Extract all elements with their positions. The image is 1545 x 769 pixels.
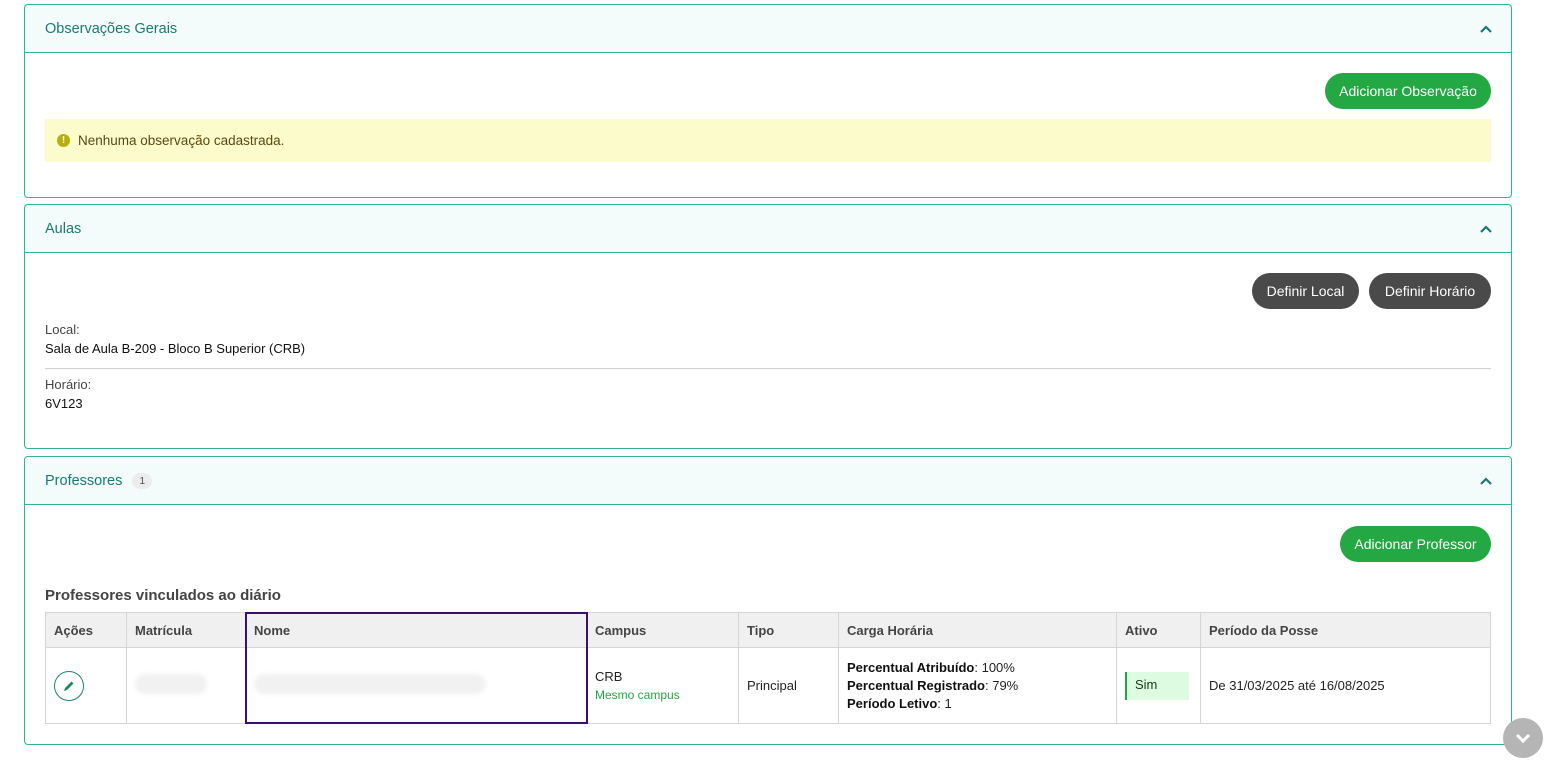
table-header-row: Ações Matrícula Nome Campus Tipo Carga H… (45, 612, 1491, 648)
observacoes-title: Observações Gerais (45, 20, 178, 37)
percentual-atribuido-label: Percentual Atribuído (847, 660, 975, 675)
professores-panel: Professores 1 Adicionar Professor Profes… (24, 456, 1512, 745)
aulas-panel: Aulas Definir Local Definir Horário Loca… (24, 204, 1512, 449)
add-professor-button[interactable]: Adicionar Professor (1340, 526, 1491, 562)
aulas-title: Aulas (45, 220, 82, 237)
redacted-nome (254, 674, 486, 694)
professores-header[interactable]: Professores 1 (25, 457, 1511, 505)
add-observation-button[interactable]: Adicionar Observação (1325, 73, 1491, 109)
ativo-badge: Sim (1125, 671, 1189, 700)
observacoes-panel: Observações Gerais Adicionar Observação … (24, 4, 1512, 198)
chevron-up-icon[interactable] (1479, 22, 1493, 36)
define-local-button[interactable]: Definir Local (1252, 273, 1359, 309)
cell-nome (245, 647, 587, 724)
divider (45, 368, 1491, 369)
column-header-carga-horaria: Carga Horária (838, 612, 1117, 648)
local-label: Local: (45, 322, 80, 337)
column-header-campus: Campus (586, 612, 739, 648)
periodo-letivo-label: Período Letivo (847, 696, 938, 711)
chevron-up-icon[interactable] (1479, 222, 1493, 236)
horario-value: 6V123 (45, 396, 83, 411)
chevron-down-icon (1515, 733, 1531, 744)
campus-note: Mesmo campus (595, 688, 680, 702)
observacoes-header[interactable]: Observações Gerais (25, 5, 1511, 53)
aulas-header[interactable]: Aulas (25, 205, 1511, 253)
chevron-up-icon[interactable] (1479, 474, 1493, 488)
professores-title: Professores (45, 472, 123, 489)
define-horario-button[interactable]: Definir Horário (1369, 273, 1491, 309)
cell-ativo: Sim (1116, 647, 1201, 724)
column-header-acoes: Ações (45, 612, 127, 648)
column-header-matricula: Matrícula (126, 612, 246, 648)
column-header-ativo: Ativo (1116, 612, 1201, 648)
cell-matricula (126, 647, 246, 724)
percentual-atribuido-value: : 100% (974, 660, 1015, 675)
empty-observations-alert: ! Nenhuma observação cadastrada. (45, 119, 1491, 162)
exclamation-icon: ! (57, 134, 70, 147)
redacted-matricula (135, 674, 207, 694)
percentual-registrado-label: Percentual Registrado (847, 678, 985, 693)
percentual-registrado-value: : 79% (985, 678, 1019, 693)
column-header-nome: Nome (245, 612, 587, 648)
cell-campus: CRB Mesmo campus (586, 647, 739, 724)
local-value: Sala de Aula B-209 - Bloco B Superior (C… (45, 341, 306, 356)
scroll-down-button[interactable] (1503, 718, 1543, 758)
cell-tipo: Principal (738, 647, 839, 724)
empty-observations-text: Nenhuma observação cadastrada. (78, 133, 285, 148)
professores-table: Ações Matrícula Nome Campus Tipo Carga H… (45, 612, 1491, 724)
cell-periodo-posse: De 31/03/2025 até 16/08/2025 (1200, 647, 1491, 724)
column-header-periodo-posse: Período da Posse (1200, 612, 1491, 648)
horario-label: Horário: (45, 377, 92, 392)
professores-count-badge: 1 (132, 472, 153, 489)
cell-carga-horaria: Percentual Atribuído: 100% Percentual Re… (838, 647, 1117, 724)
periodo-letivo-value: : 1 (937, 696, 952, 711)
table-row: CRB Mesmo campus Principal Percentual At… (45, 647, 1491, 724)
column-header-tipo: Tipo (738, 612, 839, 648)
professores-table-title: Professores vinculados ao diário (45, 587, 281, 604)
cell-acoes (45, 647, 127, 724)
pencil-icon[interactable] (54, 670, 84, 701)
campus-value: CRB (595, 669, 623, 684)
